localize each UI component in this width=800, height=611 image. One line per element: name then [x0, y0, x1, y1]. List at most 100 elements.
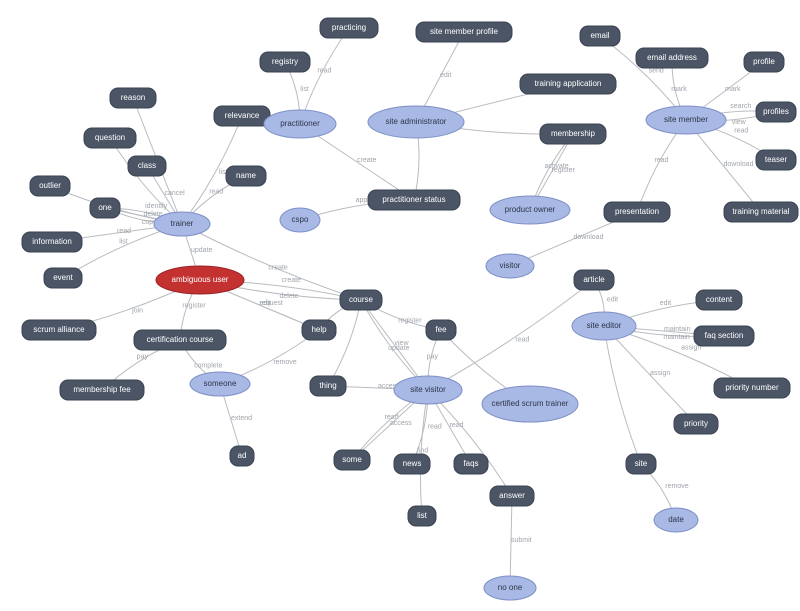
node-event[interactable]: event: [44, 268, 82, 288]
edge-label: maintain: [664, 326, 691, 333]
edge-label: remove: [665, 483, 688, 490]
edge-label: delete: [280, 293, 299, 300]
edge-label: mark: [725, 86, 741, 93]
node-fee[interactable]: fee: [426, 320, 456, 340]
edge-label: edit: [260, 300, 271, 307]
edge-label: view: [732, 119, 747, 126]
edge-label: list: [300, 86, 309, 93]
node-priority[interactable]: priority: [674, 414, 718, 434]
node-visitor[interactable]: visitor: [486, 254, 534, 278]
edge-label: cancel: [165, 190, 186, 197]
node-thing[interactable]: thing: [310, 376, 346, 396]
node-practitioner_status[interactable]: practitioner status: [368, 190, 460, 210]
node-site_member_profile[interactable]: site member profile: [416, 22, 512, 42]
graph-canvas: readeditlistactivateregistersendmarkmark…: [0, 0, 800, 611]
edge-label: create: [281, 277, 301, 284]
node-news[interactable]: news: [394, 454, 430, 474]
edge-label: register: [182, 302, 206, 309]
node-date[interactable]: date: [654, 508, 698, 532]
edge-label: pay: [427, 353, 439, 360]
edge-label: edit: [440, 72, 451, 79]
edge-label: read: [450, 422, 464, 429]
edge-label: update: [388, 345, 410, 352]
node-teaser[interactable]: teaser: [756, 150, 796, 170]
node-profile[interactable]: profile: [744, 52, 784, 72]
edge-label: read: [515, 337, 529, 344]
node-registry[interactable]: registry: [260, 52, 310, 72]
edge-label: read: [654, 157, 668, 164]
node-site_editor[interactable]: site editor: [572, 312, 636, 340]
node-ambiguous[interactable]: ambiguous user: [156, 266, 244, 294]
edge-label: register: [398, 317, 422, 324]
node-faq_section[interactable]: faq section: [694, 326, 754, 346]
node-scrum_alliance[interactable]: scrum alliance: [22, 320, 96, 340]
edge-label: edit: [607, 296, 618, 303]
node-site_admin[interactable]: site administrator: [368, 106, 464, 138]
node-article[interactable]: article: [574, 270, 614, 290]
node-profiles[interactable]: profiles: [756, 102, 796, 122]
node-email_address[interactable]: email address: [636, 48, 708, 68]
edge-label: submit: [511, 537, 532, 544]
edge: [604, 326, 641, 464]
edge-label: mark: [671, 86, 687, 93]
node-faqs[interactable]: faqs: [454, 454, 488, 474]
node-training_material[interactable]: training material: [724, 202, 798, 222]
node-relevance[interactable]: relevance: [214, 106, 270, 126]
node-content[interactable]: content: [696, 290, 742, 310]
node-no_one[interactable]: no one: [484, 576, 536, 600]
edge-label: update: [191, 247, 213, 254]
node-site_member[interactable]: site member: [646, 106, 726, 134]
node-class[interactable]: class: [128, 156, 166, 176]
edge-label: access: [390, 420, 412, 427]
edge-label: identify: [145, 203, 168, 210]
node-ad[interactable]: ad: [230, 446, 254, 466]
node-site[interactable]: site: [626, 454, 656, 474]
edge-label: download: [724, 161, 754, 168]
edge-label: complete: [194, 362, 223, 369]
node-cst[interactable]: certified scrum trainer: [482, 386, 578, 422]
edge-label: read: [428, 424, 442, 431]
edge-label: remove: [273, 359, 296, 366]
node-site_visitor[interactable]: site visitor: [394, 376, 462, 404]
edge: [300, 28, 349, 124]
node-information[interactable]: information: [22, 232, 82, 252]
edge-label: read: [117, 228, 131, 235]
node-course[interactable]: course: [340, 290, 382, 310]
node-answer[interactable]: answer: [490, 486, 534, 506]
node-training_application[interactable]: training application: [520, 74, 616, 94]
edge-label: read: [734, 128, 748, 135]
node-practitioner[interactable]: practitioner: [264, 110, 336, 138]
node-product_owner[interactable]: product owner: [490, 196, 570, 224]
edge-label: create: [357, 157, 377, 164]
edge-label: download: [574, 234, 604, 241]
node-trainer[interactable]: trainer: [154, 212, 210, 236]
edge-label: read: [317, 67, 331, 74]
node-membership[interactable]: membership: [540, 124, 606, 144]
edge-label: edit: [660, 300, 671, 307]
node-presentation[interactable]: presentation: [604, 202, 670, 222]
edge-label: pay: [137, 353, 149, 360]
edge: [328, 300, 361, 386]
node-some[interactable]: some: [334, 450, 370, 470]
node-outlier[interactable]: outlier: [30, 176, 70, 196]
node-practicing[interactable]: practicing: [320, 18, 378, 38]
edge-label: extend: [231, 415, 252, 422]
node-one[interactable]: one: [90, 198, 120, 218]
node-list[interactable]: list: [408, 506, 436, 526]
edge-label: search: [730, 103, 751, 110]
edge-label: create: [268, 264, 288, 271]
edge-label: join: [131, 308, 143, 315]
node-name[interactable]: name: [226, 166, 266, 186]
node-cspo[interactable]: cspo: [280, 208, 320, 232]
node-reason[interactable]: reason: [110, 88, 156, 108]
edge-label: register: [552, 167, 576, 174]
node-help[interactable]: help: [302, 320, 336, 340]
edge-label: list: [119, 239, 128, 246]
node-priority_number[interactable]: priority number: [714, 378, 790, 398]
node-someone[interactable]: someone: [190, 372, 250, 396]
node-cert_course[interactable]: certification course: [134, 330, 226, 350]
edge-label: maintain: [663, 334, 690, 341]
node-email[interactable]: email: [580, 26, 620, 46]
node-membership_fee[interactable]: membership fee: [60, 380, 144, 400]
node-question[interactable]: question: [84, 128, 136, 148]
